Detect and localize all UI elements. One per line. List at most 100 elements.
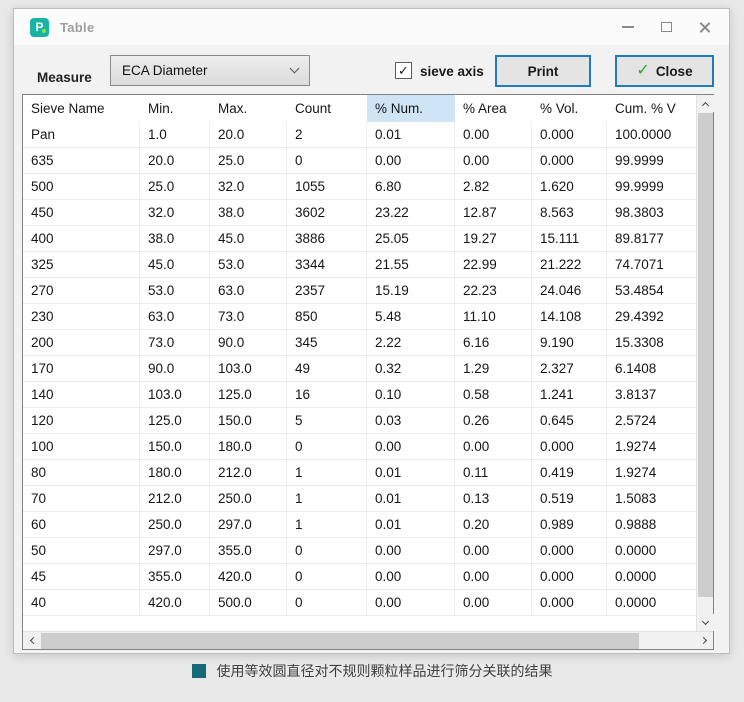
table-row[interactable]: 50025.032.010556.802.821.62099.9999	[23, 174, 696, 200]
column-header-sieve-name[interactable]: Sieve Name	[23, 95, 140, 122]
table-cell: 450	[23, 200, 140, 225]
table-row[interactable]: 140103.0125.0160.100.581.2413.8137	[23, 382, 696, 408]
table-row[interactable]: 63520.025.000.000.000.00099.9999	[23, 148, 696, 174]
column-header-num[interactable]: % Num.	[367, 95, 455, 122]
column-header-vol[interactable]: % Vol.	[532, 95, 607, 122]
table-row[interactable]: 27053.063.0235715.1922.2324.04653.4854	[23, 278, 696, 304]
print-button[interactable]: Print	[495, 55, 591, 87]
table-row[interactable]: 70212.0250.010.010.130.5191.5083	[23, 486, 696, 512]
table-cell: 125.0	[210, 382, 287, 407]
table-cell: 53.4854	[607, 278, 696, 303]
table-row[interactable]: 100150.0180.000.000.000.0001.9274	[23, 434, 696, 460]
table-cell: 420.0	[210, 564, 287, 589]
table-cell: 0.26	[455, 408, 532, 433]
table-cell: 400	[23, 226, 140, 251]
scroll-left-button[interactable]	[23, 632, 40, 649]
window-controls	[609, 9, 723, 45]
vertical-scrollbar[interactable]	[696, 95, 713, 631]
table-cell: 230	[23, 304, 140, 329]
measure-dropdown[interactable]: ECA Diameter	[110, 55, 310, 86]
table-cell: 0	[287, 590, 367, 615]
table-row[interactable]: 60250.0297.010.010.200.9890.9888	[23, 512, 696, 538]
caption-text: 使用等效圆直径对不规则颗粒样品进行筛分关联的结果	[217, 661, 553, 681]
table-cell: 25.0	[140, 174, 210, 199]
table-cell: 0.03	[367, 408, 455, 433]
close-window-button[interactable]	[685, 9, 723, 45]
print-button-label: Print	[528, 64, 559, 79]
table-row[interactable]: 32545.053.0334421.5522.9921.22274.7071	[23, 252, 696, 278]
table-row[interactable]: 20073.090.03452.226.169.19015.3308	[23, 330, 696, 356]
table-cell: 15.19	[367, 278, 455, 303]
table-cell: 850	[287, 304, 367, 329]
table-cell: 103.0	[140, 382, 210, 407]
table-row[interactable]: 45032.038.0360223.2212.878.56398.3803	[23, 200, 696, 226]
table-cell: 22.99	[455, 252, 532, 277]
column-header-area[interactable]: % Area	[455, 95, 532, 122]
table-cell: 0.13	[455, 486, 532, 511]
scroll-down-button[interactable]	[697, 614, 714, 631]
table-cell: 180.0	[210, 434, 287, 459]
table-cell: 297.0	[210, 512, 287, 537]
table-cell: 8.563	[532, 200, 607, 225]
chevron-up-icon	[702, 101, 709, 108]
table-cell: 3886	[287, 226, 367, 251]
table-row[interactable]: 40420.0500.000.000.000.0000.0000	[23, 590, 696, 616]
close-button[interactable]: ✓ Close	[615, 55, 714, 87]
column-header-cum-v[interactable]: Cum. % V	[607, 95, 696, 122]
maximize-button[interactable]	[647, 9, 685, 45]
table-cell: 53.0	[140, 278, 210, 303]
table-cell: 0.00	[455, 122, 532, 147]
sieve-axis-checkbox[interactable]: ✓	[395, 62, 412, 79]
maximize-icon	[661, 22, 672, 32]
app-icon: P	[30, 18, 49, 37]
measure-label: Measure	[37, 70, 92, 85]
table-cell: 25.05	[367, 226, 455, 251]
table-cell: 0.00	[367, 564, 455, 589]
table-cell: 3602	[287, 200, 367, 225]
table-cell: 40	[23, 590, 140, 615]
table-cell: 14.108	[532, 304, 607, 329]
table-row[interactable]: 40038.045.0388625.0519.2715.11189.8177	[23, 226, 696, 252]
column-header-min[interactable]: Min.	[140, 95, 210, 122]
table-cell: 21.55	[367, 252, 455, 277]
table-row[interactable]: 23063.073.08505.4811.1014.10829.4392	[23, 304, 696, 330]
table-cell: 0.01	[367, 122, 455, 147]
column-header-count[interactable]: Count	[287, 95, 367, 122]
table-cell: 99.9999	[607, 148, 696, 173]
table-cell: 0.00	[455, 590, 532, 615]
table-cell: 3344	[287, 252, 367, 277]
table-cell: 73.0	[210, 304, 287, 329]
table-cell: 180.0	[140, 460, 210, 485]
table-row[interactable]: 45355.0420.000.000.000.0000.0000	[23, 564, 696, 590]
scroll-up-button[interactable]	[697, 95, 714, 112]
table-cell: 25.0	[210, 148, 287, 173]
minimize-button[interactable]	[609, 9, 647, 45]
table-cell: 23.22	[367, 200, 455, 225]
table-cell: 200	[23, 330, 140, 355]
vertical-scrollbar-thumb[interactable]	[698, 113, 713, 597]
horizontal-scrollbar-thumb[interactable]	[41, 633, 639, 649]
table-cell: 212.0	[210, 460, 287, 485]
table-row[interactable]: 80180.0212.010.010.110.4191.9274	[23, 460, 696, 486]
table-cell: 53.0	[210, 252, 287, 277]
table-row[interactable]: 50297.0355.000.000.000.0000.0000	[23, 538, 696, 564]
table-cell: 500.0	[210, 590, 287, 615]
table-row[interactable]: 120125.0150.050.030.260.6452.5724	[23, 408, 696, 434]
table-row[interactable]: 17090.0103.0490.321.292.3276.1408	[23, 356, 696, 382]
horizontal-scrollbar[interactable]	[23, 631, 713, 649]
table-cell: 45	[23, 564, 140, 589]
table-cell: 90.0	[210, 330, 287, 355]
table-cell: 150.0	[140, 434, 210, 459]
table-cell: 11.10	[455, 304, 532, 329]
table-row[interactable]: Pan1.020.020.010.000.000100.0000	[23, 122, 696, 148]
table-cell: 38.0	[210, 200, 287, 225]
scroll-right-button[interactable]	[696, 632, 713, 649]
titlebar[interactable]: P Table	[14, 9, 729, 45]
column-header-max[interactable]: Max.	[210, 95, 287, 122]
table-cell: 100	[23, 434, 140, 459]
app-icon-dot	[42, 29, 46, 33]
table-cell: 1055	[287, 174, 367, 199]
close-icon	[698, 21, 711, 34]
figure-caption: 使用等效圆直径对不规则颗粒样品进行筛分关联的结果	[0, 661, 744, 681]
table-cell: 38.0	[140, 226, 210, 251]
